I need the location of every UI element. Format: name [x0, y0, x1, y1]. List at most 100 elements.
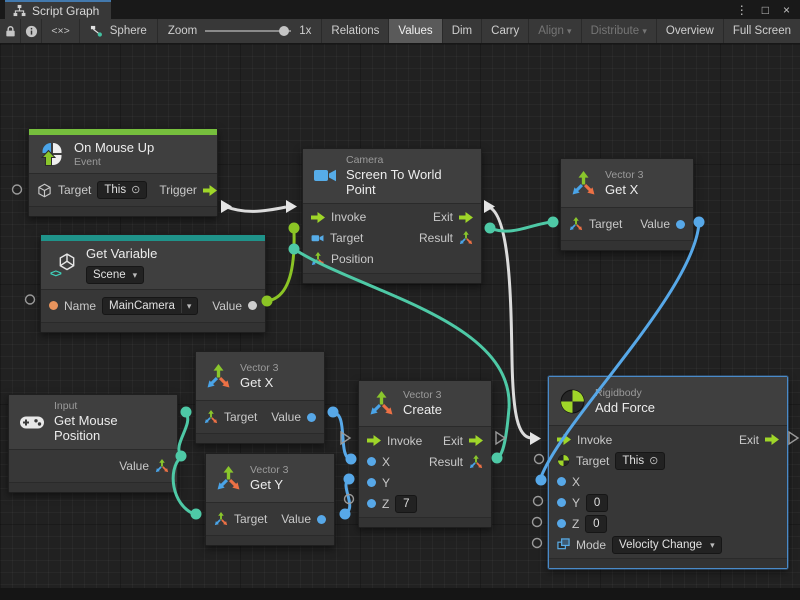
- align-button[interactable]: Align ▾: [528, 19, 580, 43]
- node-header[interactable]: Vector 3 Get X: [196, 352, 324, 401]
- node-header[interactable]: Input Get Mouse Position: [9, 395, 177, 450]
- lock-button[interactable]: [0, 19, 21, 43]
- port-row-target-trigger[interactable]: Target This ⊙ Trigger: [29, 177, 217, 203]
- vector3-icon: [369, 391, 394, 416]
- port-label-exit: Exit: [433, 210, 453, 224]
- node-get-mouse-position[interactable]: Input Get Mouse Position Value: [8, 394, 178, 493]
- object-picker-icon[interactable]: ⊙: [649, 454, 658, 468]
- variable-name-dropdown[interactable]: MainCamera ▾: [102, 297, 198, 315]
- target-this-value: This: [622, 454, 644, 468]
- port-row-invoke-exit[interactable]: Invoke Exit: [303, 207, 481, 228]
- chevron-down-icon: ▾: [642, 26, 647, 37]
- carry-button[interactable]: Carry: [481, 19, 528, 43]
- overview-button[interactable]: Overview: [656, 19, 723, 43]
- node-add-force[interactable]: Rigidbody Add Force Invoke Exit Target T…: [548, 376, 788, 569]
- node-on-mouse-up[interactable]: On Mouse Up Event Target This ⊙ Trigger: [28, 128, 218, 217]
- port-row-z[interactable]: Z 0: [549, 513, 787, 534]
- port-row-mode[interactable]: Mode Velocity Change ▾: [549, 534, 787, 555]
- port-row-target-value[interactable]: Target Value: [561, 211, 693, 237]
- gamepad-icon: [19, 409, 45, 435]
- variable-unity-icon: <>: [51, 252, 77, 278]
- dim-button[interactable]: Dim: [442, 19, 481, 43]
- port-row-z[interactable]: Z 7: [359, 493, 491, 514]
- fullscreen-button[interactable]: Full Screen: [723, 19, 800, 43]
- port-row-target-value[interactable]: Target Value: [196, 404, 324, 430]
- vector3-port-icon: [459, 231, 473, 245]
- carry-label: Carry: [491, 25, 519, 37]
- y-value-field[interactable]: 0: [586, 494, 608, 512]
- port-label-z: Z: [572, 517, 579, 531]
- float-port-icon[interactable]: [557, 519, 566, 528]
- port-row-x[interactable]: X: [549, 471, 787, 492]
- port-row-target-result[interactable]: Target Result: [303, 228, 481, 249]
- port-label-exit: Exit: [443, 434, 463, 448]
- port-row-value[interactable]: Value: [9, 453, 177, 479]
- float-port-icon[interactable]: [557, 498, 566, 507]
- float-port-icon[interactable]: [307, 413, 316, 422]
- port-row-target[interactable]: Target This ⊙: [549, 450, 787, 471]
- variable-scope-dropdown[interactable]: Scene ▾: [86, 266, 144, 284]
- node-title: Get Y: [250, 477, 289, 493]
- port-row-name-value[interactable]: Name MainCamera ▾ Value: [41, 293, 265, 319]
- dim-label: Dim: [452, 25, 472, 37]
- target-this-field[interactable]: This ⊙: [97, 181, 147, 199]
- node-get-x[interactable]: Vector 3 Get X Target Value: [195, 351, 325, 444]
- port-row-x-result[interactable]: X Result: [359, 451, 491, 472]
- node-header[interactable]: Vector 3 Get Y: [206, 454, 334, 503]
- port-row-invoke-exit[interactable]: Invoke Exit: [549, 429, 787, 450]
- z-value-field[interactable]: 0: [585, 515, 607, 533]
- object-picker-icon[interactable]: ⊙: [131, 183, 140, 197]
- distribute-button[interactable]: Distribute ▾: [581, 19, 656, 43]
- port-row-y[interactable]: Y: [359, 472, 491, 493]
- port-label-position: Position: [331, 252, 374, 266]
- node-category: Vector 3: [250, 464, 289, 477]
- node-header[interactable]: Rigidbody Add Force: [549, 377, 787, 426]
- window-menu-icon[interactable]: ⋮: [736, 4, 748, 16]
- node-header[interactable]: <> Get Variable Scene ▾: [41, 241, 265, 290]
- float-port-icon[interactable]: [676, 220, 685, 229]
- tab-script-graph[interactable]: Script Graph: [5, 0, 111, 19]
- float-port-icon[interactable]: [317, 515, 326, 524]
- node-header[interactable]: Vector 3 Get X: [561, 159, 693, 208]
- graph-asset-icon: [90, 25, 103, 38]
- chevron-down-icon[interactable]: ▾: [181, 299, 192, 313]
- close-icon[interactable]: ×: [783, 4, 790, 16]
- node-get-variable[interactable]: <> Get Variable Scene ▾ Name MainCamera …: [40, 234, 266, 333]
- node-get-y[interactable]: Vector 3 Get Y Target Value: [205, 453, 335, 546]
- zoom-value: 1x: [299, 25, 311, 37]
- zoom-slider-handle[interactable]: [279, 26, 289, 36]
- object-port-icon[interactable]: [248, 301, 257, 310]
- node-header[interactable]: Vector 3 Create: [359, 381, 491, 427]
- maximize-icon[interactable]: □: [762, 4, 769, 16]
- float-port-icon[interactable]: [367, 457, 376, 466]
- node-header[interactable]: Camera Screen To World Point: [303, 149, 481, 204]
- zoom-slider[interactable]: [205, 25, 291, 37]
- graph-context[interactable]: Sphere: [80, 19, 158, 43]
- relations-button[interactable]: Relations: [321, 19, 388, 43]
- chevron-down-icon: ▾: [567, 26, 572, 37]
- mode-dropdown[interactable]: Velocity Change ▾: [612, 536, 722, 554]
- port-row-target-value[interactable]: Target Value: [206, 506, 334, 532]
- port-row-position[interactable]: Position: [303, 249, 481, 270]
- port-row-y[interactable]: Y 0: [549, 492, 787, 513]
- target-this-field[interactable]: This ⊙: [615, 452, 665, 470]
- node-screen-to-world-point[interactable]: Camera Screen To World Point Invoke Exit…: [302, 148, 482, 284]
- code-view-button[interactable]: <×>: [42, 19, 79, 43]
- float-port-icon[interactable]: [557, 477, 566, 486]
- graph-toolbar: <×> Sphere Zoom 1x Relations Values Dim …: [0, 19, 800, 44]
- port-label-z: Z: [382, 497, 389, 511]
- mouse-up-icon: [39, 141, 65, 167]
- port-label-name: Name: [64, 299, 96, 313]
- info-button[interactable]: [21, 19, 42, 43]
- string-port-icon[interactable]: [49, 301, 58, 310]
- node-header[interactable]: On Mouse Up Event: [29, 135, 217, 174]
- flow-output-icon: [203, 185, 217, 196]
- node-vector3-create[interactable]: Vector 3 Create Invoke Exit X Result: [358, 380, 492, 528]
- float-port-icon[interactable]: [367, 499, 376, 508]
- node-category: Rigidbody: [595, 387, 655, 400]
- port-row-invoke-exit[interactable]: Invoke Exit: [359, 430, 491, 451]
- values-button[interactable]: Values: [388, 19, 441, 43]
- z-value-field[interactable]: 7: [395, 495, 417, 513]
- float-port-icon[interactable]: [367, 478, 376, 487]
- node-get-x-top[interactable]: Vector 3 Get X Target Value: [560, 158, 694, 251]
